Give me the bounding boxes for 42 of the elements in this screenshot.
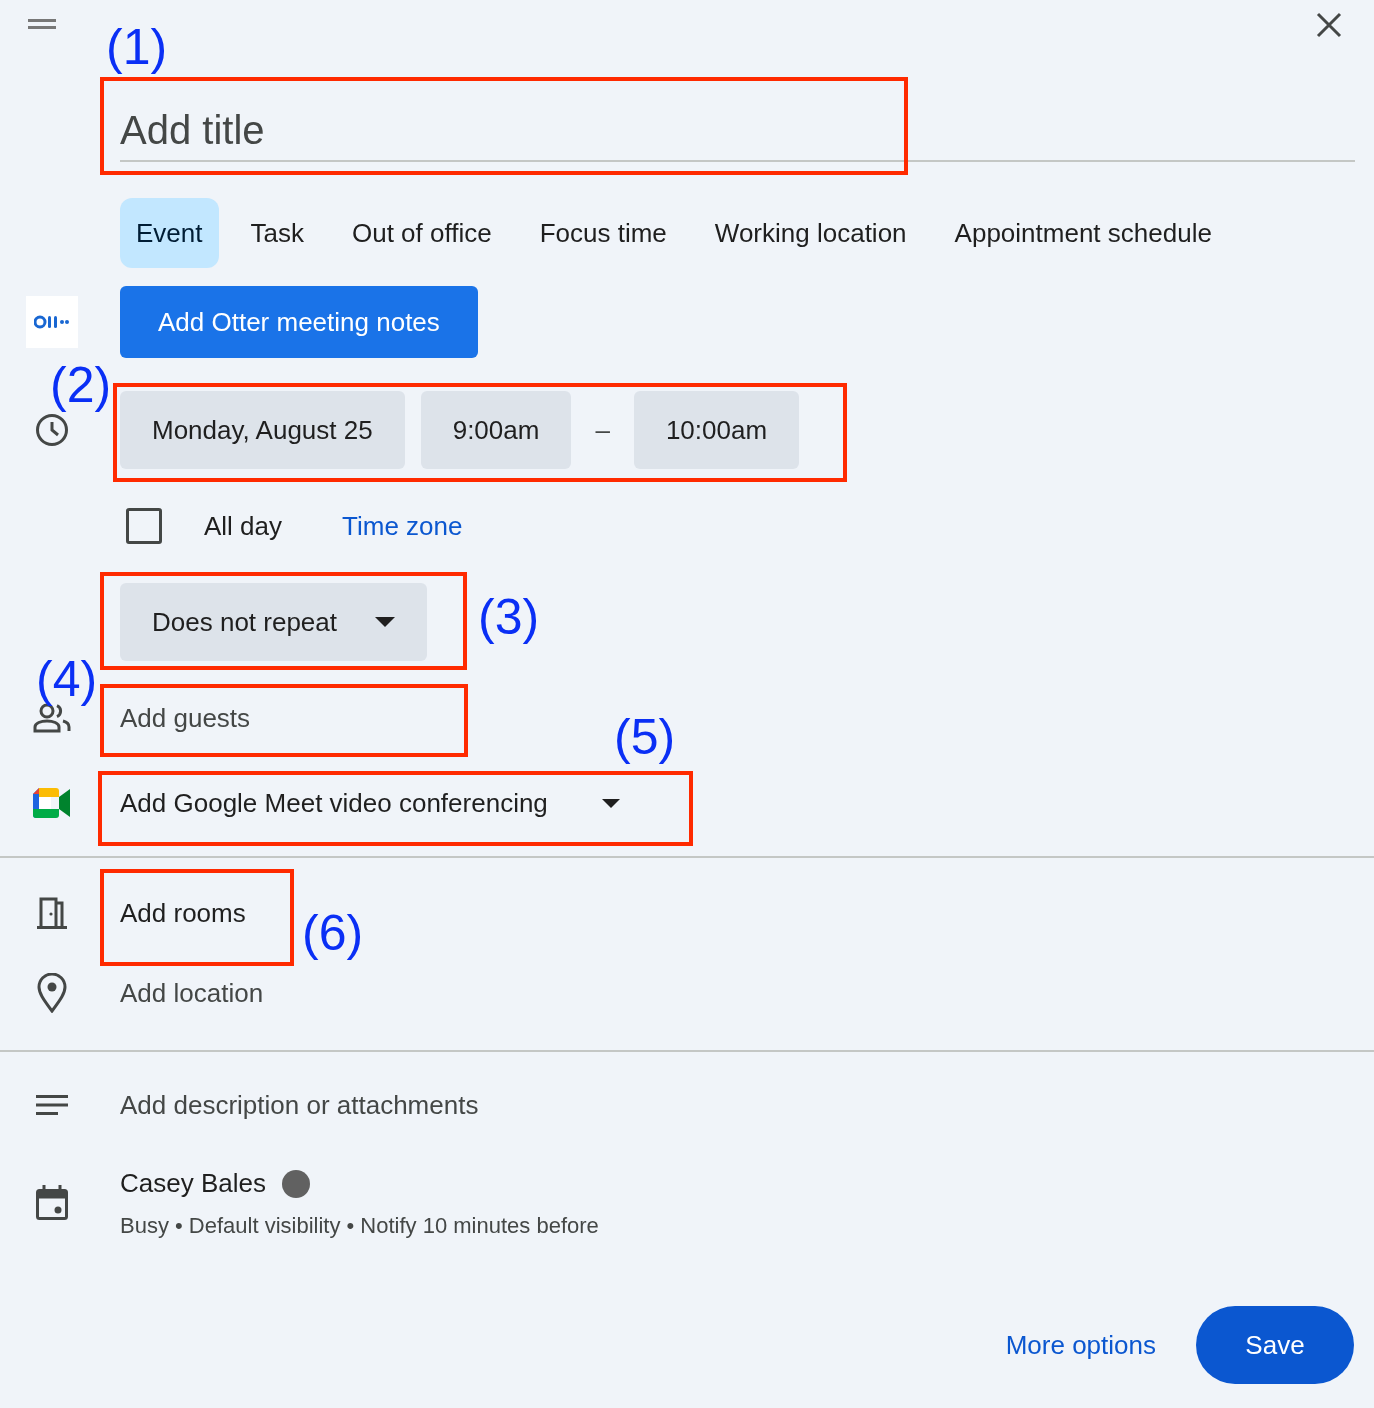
- add-otter-notes-button[interactable]: Add Otter meeting notes: [120, 286, 478, 358]
- annotation-number: (3): [478, 592, 540, 642]
- title-field[interactable]: Add title: [120, 100, 1355, 162]
- more-options-link[interactable]: More options: [1005, 1325, 1156, 1365]
- annotation-number: (1): [106, 22, 168, 72]
- description-icon: [36, 1095, 68, 1115]
- door-icon: [36, 897, 68, 929]
- event-type-tab[interactable]: Event: [120, 198, 219, 268]
- time-zone-link[interactable]: Time zone: [342, 506, 463, 546]
- calendar-icon: [36, 1185, 68, 1221]
- add-location-field[interactable]: Add location: [120, 973, 520, 1013]
- all-day-label: All day: [204, 509, 283, 543]
- repeat-dropdown[interactable]: Does not repeat: [120, 583, 427, 661]
- location-pin-icon: [37, 973, 67, 1013]
- video-meeting-icon: [33, 788, 71, 818]
- calendar-owner[interactable]: Casey Bales: [120, 1164, 266, 1203]
- time-separator: –: [595, 413, 610, 447]
- event-type-tab[interactable]: Out of office: [335, 198, 508, 268]
- event-details: Busy • Default visibility • Notify 10 minutes before: [120, 1212, 599, 1240]
- otter-logo-icon: [26, 296, 78, 348]
- start-time-selector[interactable]: 9:00am: [420, 391, 572, 469]
- annotation-number: (6): [302, 908, 364, 958]
- drag-handle-icon[interactable]: [28, 18, 56, 30]
- add-rooms-button[interactable]: Add rooms: [120, 893, 246, 933]
- event-type-tab[interactable]: Appointment schedule: [938, 198, 1228, 268]
- date-selector[interactable]: Monday, August 25: [120, 391, 405, 469]
- event-type-tab[interactable]: Focus time: [523, 198, 683, 268]
- close-icon[interactable]: [1316, 12, 1342, 38]
- clock-icon: [35, 413, 69, 447]
- save-button[interactable]: Save: [1196, 1306, 1354, 1384]
- caret-icon: [601, 798, 620, 808]
- end-time-selector[interactable]: 10:00am: [633, 391, 800, 469]
- event-type-tab[interactable]: Working location: [698, 198, 923, 268]
- annotation-number: (5): [614, 712, 676, 762]
- conferencing-dropdown[interactable]: Add Google Meet video conferencing: [120, 783, 620, 823]
- caret-icon: [375, 617, 395, 627]
- annotation-number: (2): [50, 360, 112, 410]
- all-day-checkbox[interactable]: [126, 508, 162, 544]
- annotation-number: (4): [36, 654, 98, 704]
- add-description-button[interactable]: Add description or attachments: [120, 1085, 479, 1125]
- add-guests-field[interactable]: Add guests: [120, 698, 440, 738]
- event-type-tab[interactable]: Task: [234, 198, 320, 268]
